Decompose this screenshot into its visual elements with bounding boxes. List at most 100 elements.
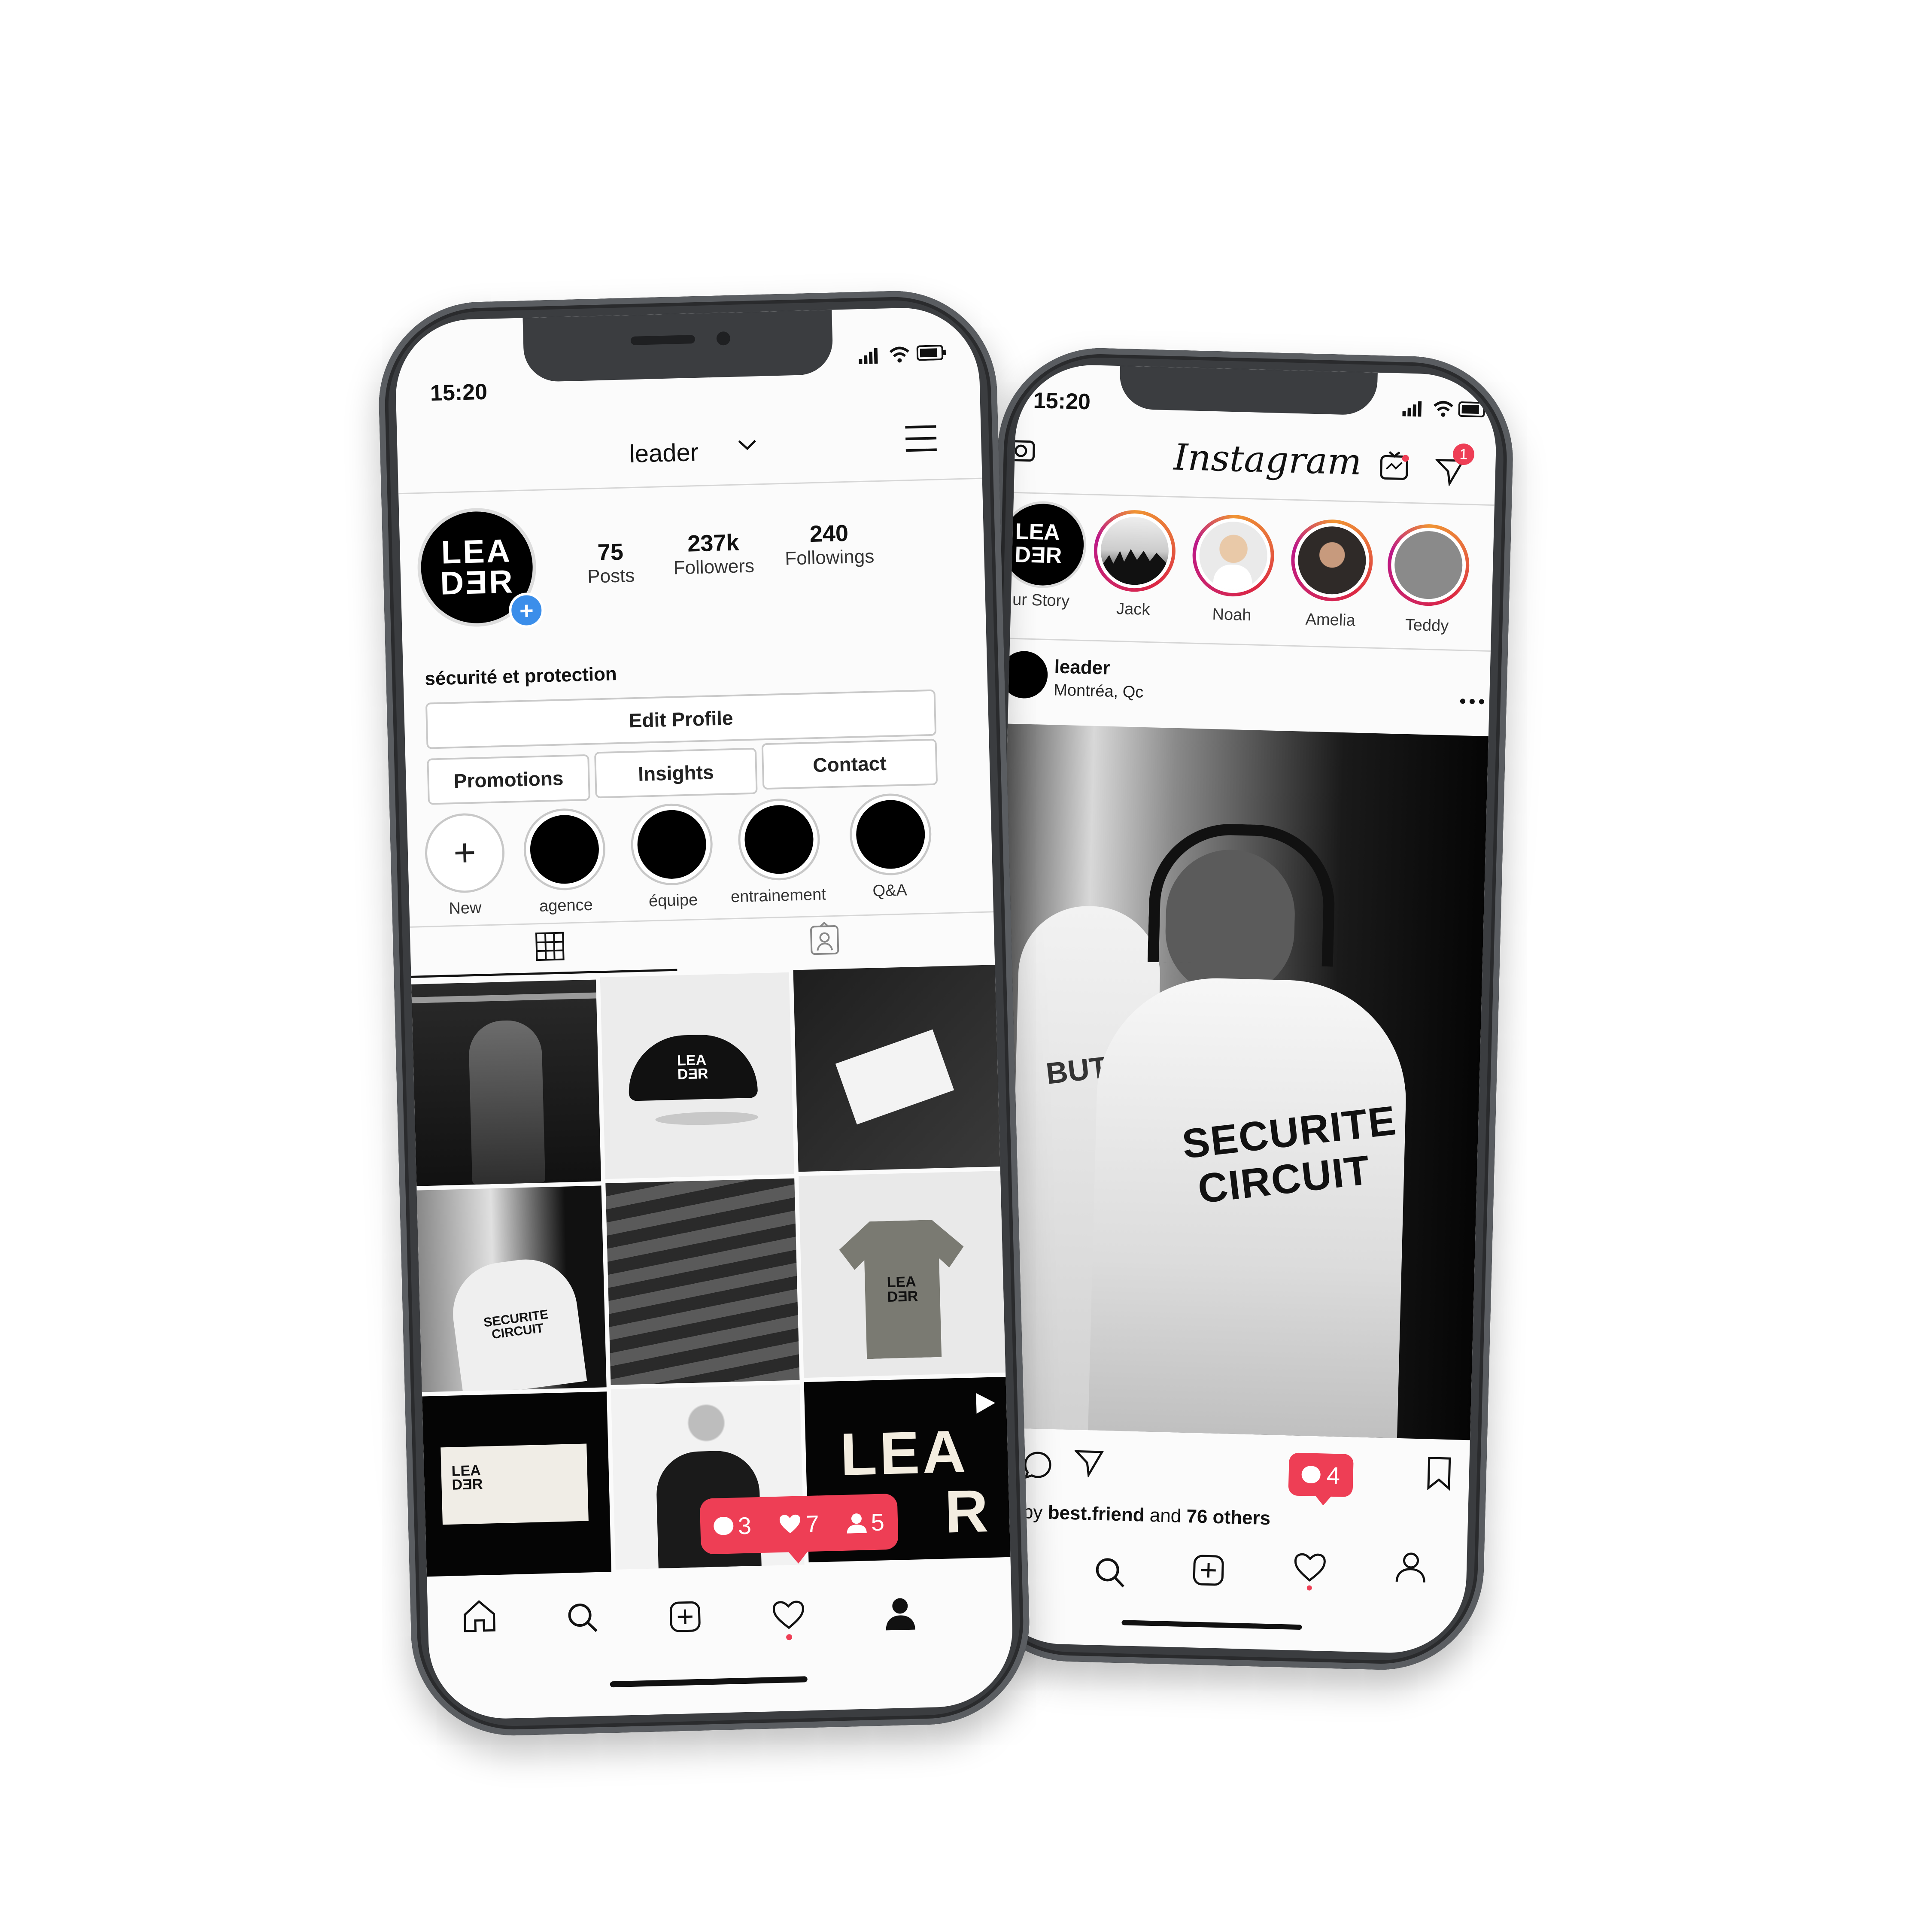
status-time: 15:20 (430, 379, 488, 406)
right-phone-screen: 15:20 Instagram 1 LEA DƎR ur Story Jack … (984, 363, 1498, 1655)
nav-profile-icon[interactable] (1393, 1550, 1428, 1587)
story-avatar-jack (1100, 516, 1170, 586)
igtv-icon[interactable] (1379, 450, 1410, 483)
home-indicator (610, 1676, 808, 1688)
chevron-down-icon[interactable] (736, 436, 758, 456)
grid-post-7[interactable]: LEA DƎR (422, 1391, 611, 1577)
signal-icon (859, 347, 885, 367)
nav-profile-icon[interactable] (883, 1596, 918, 1633)
big-logo-line2: R (944, 1477, 989, 1546)
stat-posts[interactable]: 75 Posts (567, 538, 654, 588)
grid-post-1[interactable] (411, 979, 601, 1186)
stat-posts-value: 75 (597, 539, 624, 566)
letter-graphic: LEA DƎR (440, 1443, 589, 1525)
badge-pointer (1313, 1494, 1333, 1506)
highlight-label: entrainement (730, 885, 826, 906)
contact-button[interactable]: Contact (761, 738, 938, 790)
notif-likes-count: 7 (805, 1510, 820, 1537)
story-label: Noah (1212, 605, 1252, 625)
menu-icon[interactable] (903, 423, 939, 456)
insights-button[interactable]: Insights (594, 747, 758, 799)
profile-bio: sécurité et protection (424, 663, 617, 690)
headphones-icon (1147, 822, 1337, 967)
share-icon[interactable] (1073, 1447, 1105, 1480)
home-indicator (1121, 1620, 1302, 1630)
your-story-logo-2: DƎR (1014, 542, 1063, 568)
story-label: ur Story (1012, 590, 1070, 611)
nav-add-icon[interactable] (1191, 1553, 1227, 1590)
post-main-person-shirt (1088, 975, 1409, 1440)
notif-likes: 7 (778, 1510, 820, 1538)
bookmark-icon[interactable] (1426, 1456, 1452, 1494)
cap-graphic: LEA DƎR (627, 1033, 758, 1101)
heart-icon (780, 1514, 801, 1534)
story-label: Amelia (1305, 610, 1356, 630)
add-story-icon[interactable]: + (508, 592, 545, 629)
promotions-button[interactable]: Promotions (427, 754, 590, 805)
liked-and: and (1149, 1504, 1182, 1527)
app-title: Instagram (1173, 436, 1362, 483)
bar-graphic (411, 992, 597, 1003)
stat-followings-label: Followings (784, 546, 875, 569)
status-time: 15:20 (1033, 388, 1091, 415)
post-location[interactable]: Montréa, Qc (1054, 681, 1144, 702)
post-username[interactable]: leader (1054, 656, 1110, 679)
camera-icon[interactable] (1006, 436, 1037, 465)
grid-post-6[interactable]: LEA DƎR (799, 1171, 1006, 1378)
nav-activity-icon[interactable] (1292, 1552, 1327, 1593)
post-avatar[interactable] (999, 650, 1048, 699)
comment-bubble-icon (1301, 1466, 1321, 1484)
your-story-logo: LEA (1015, 519, 1060, 545)
right-notch (1119, 366, 1378, 416)
grid-post-3[interactable] (793, 965, 1000, 1172)
avatar-logo-line2: DƎR (440, 563, 515, 602)
profile-username[interactable]: leader (629, 438, 699, 468)
nav-search-icon[interactable] (1092, 1555, 1127, 1592)
signal-icon (1402, 400, 1428, 420)
letter-logo: LEA DƎR (451, 1462, 483, 1493)
liked-user[interactable]: best.friend (1048, 1502, 1145, 1526)
highlight-label: New (448, 899, 482, 918)
comment-notification-badge: 4 (1288, 1452, 1354, 1498)
grid-post-4[interactable]: SECURITE CIRCUIT (416, 1185, 607, 1392)
video-play-icon (972, 1390, 998, 1419)
left-notch (522, 310, 834, 383)
grid-post-5[interactable] (605, 1178, 800, 1385)
highlight-label: Q&A (872, 881, 908, 900)
wifi-icon (888, 345, 910, 366)
header-divider (398, 477, 982, 495)
stat-posts-label: Posts (587, 565, 635, 587)
story-label: Teddy (1405, 616, 1449, 635)
wifi-icon (1432, 399, 1454, 420)
nav-add-icon[interactable] (668, 1600, 703, 1637)
highlight-label: agence (539, 896, 593, 915)
nav-search-icon[interactable] (565, 1600, 600, 1637)
comment-icon[interactable] (1022, 1450, 1053, 1483)
nav-home-icon[interactable] (462, 1598, 497, 1636)
grid-post-2[interactable]: LEA DƎR (600, 972, 794, 1179)
athlete-graphic (468, 1019, 546, 1185)
dm-count-badge: 1 (1452, 443, 1475, 465)
grid-view-tab[interactable] (535, 931, 565, 964)
post-image[interactable]: BUTT SECURITE CIRCUIT (989, 723, 1488, 1440)
tagged-view-tab[interactable] (809, 921, 840, 959)
more-options-icon[interactable] (1459, 697, 1485, 708)
comment-badge-count: 4 (1326, 1461, 1341, 1489)
edit-profile-button[interactable]: Edit Profile (425, 689, 937, 749)
battery-icon (916, 345, 947, 363)
story-label: Jack (1116, 600, 1150, 619)
security-shirt-graphic: SECURITE CIRCUIT (447, 1253, 587, 1392)
cap-shadow (655, 1110, 759, 1127)
left-phone: 15:20 leader LEA DƎR + 75 Posts 237k Fol… (376, 288, 1032, 1738)
liked-others[interactable]: 76 others (1186, 1506, 1271, 1529)
front-camera (716, 331, 731, 346)
nav-activity-icon[interactable] (771, 1599, 807, 1645)
comment-bubble-icon (714, 1516, 734, 1535)
person-icon (847, 1513, 867, 1534)
stat-followers[interactable]: 237k Followers (657, 529, 770, 580)
notif-comments: 3 (714, 1511, 752, 1540)
stat-followings[interactable]: 240 Followings (769, 519, 890, 570)
activity-notification-bubble[interactable]: 3 7 5 (699, 1493, 899, 1555)
stat-followers-label: Followers (673, 555, 755, 579)
notif-follows-count: 5 (870, 1508, 885, 1536)
